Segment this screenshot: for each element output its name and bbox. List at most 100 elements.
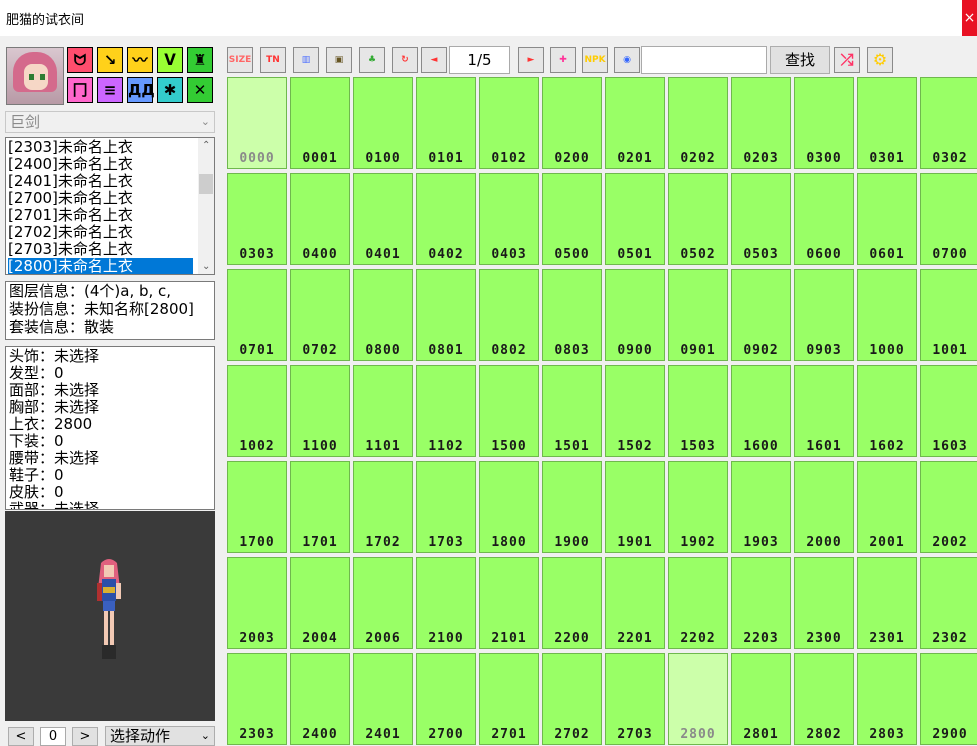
grid-item[interactable]: 2302 [920,557,977,649]
grid-item[interactable]: 0200 [542,77,602,169]
cat-weapon-button[interactable]: ✕ [187,77,213,103]
grid-item[interactable]: 1800 [479,461,539,553]
grid-item[interactable]: 0400 [290,173,350,265]
grid-item[interactable]: 0900 [605,269,665,361]
grid-item[interactable]: 0101 [416,77,476,169]
grid-item[interactable]: 0102 [479,77,539,169]
gear-button[interactable]: ⚙ [867,47,893,73]
grid-item[interactable]: 1900 [542,461,602,553]
scroll-thumb[interactable] [199,174,213,194]
grid-item[interactable]: 2303 [227,653,287,745]
grid-item[interactable]: 0501 [605,173,665,265]
find-button[interactable]: 查找 [770,46,830,74]
grid-item[interactable]: 1603 [920,365,977,457]
grid-item[interactable]: 0802 [479,269,539,361]
grid-item[interactable]: 1902 [668,461,728,553]
grid-item[interactable]: 0702 [290,269,350,361]
grid-item[interactable]: 2200 [542,557,602,649]
character-portrait-button[interactable] [6,47,64,105]
list-item[interactable]: [2701]未命名上衣 [8,207,193,224]
npk-button[interactable]: NPK [582,47,608,73]
frame-number-field[interactable]: 0 [40,727,66,746]
grid-item[interactable]: 0301 [857,77,917,169]
grid-item[interactable]: 1100 [290,365,350,457]
grid-item[interactable]: 0202 [668,77,728,169]
grid-item[interactable]: 1001 [920,269,977,361]
grid-item[interactable]: 2800 [668,653,728,745]
grid-item[interactable]: 0300 [794,77,854,169]
grid-item[interactable]: 2802 [794,653,854,745]
grid-item[interactable]: 0601 [857,173,917,265]
grid-item[interactable]: 1601 [794,365,854,457]
grid-item[interactable]: 0001 [290,77,350,169]
globe-button[interactable]: ◉ [614,47,640,73]
list-item[interactable]: [2700]未命名上衣 [8,190,193,207]
cat-coat-button[interactable]: ♜ [187,47,213,73]
grid-item[interactable]: 1502 [605,365,665,457]
grid-item[interactable]: 0800 [353,269,413,361]
film-button[interactable]: ▣ [326,47,352,73]
grid-item[interactable]: 0403 [479,173,539,265]
cat-skin-button[interactable]: ✱ [157,77,183,103]
grid-item[interactable]: 1703 [416,461,476,553]
grid-item[interactable]: 2101 [479,557,539,649]
grid-item[interactable]: 2401 [353,653,413,745]
grid-item[interactable]: 0303 [227,173,287,265]
item-list[interactable]: [2303]未命名上衣 [2400]未命名上衣 [2401]未命名上衣 [2700]未… [5,137,215,275]
grid-item[interactable]: 0902 [731,269,791,361]
grid-item[interactable]: 0901 [668,269,728,361]
grid-item[interactable]: 1600 [731,365,791,457]
list-scrollbar[interactable]: ⌃ ⌄ [198,138,214,274]
grid-item[interactable]: 1901 [605,461,665,553]
next-frame-button[interactable]: > [72,727,98,746]
grid-item[interactable]: 1501 [542,365,602,457]
grid-item[interactable]: 0100 [353,77,413,169]
grid-item[interactable]: 1602 [857,365,917,457]
grid-item[interactable]: 2300 [794,557,854,649]
grid-item[interactable]: 0801 [416,269,476,361]
grid-item[interactable]: 2801 [731,653,791,745]
grid-item[interactable]: 2400 [290,653,350,745]
grid-item[interactable]: 1503 [668,365,728,457]
cat-hair-button[interactable]: ↘ [97,47,123,73]
grid-item[interactable]: 2701 [479,653,539,745]
grid-item[interactable]: 0402 [416,173,476,265]
shirt-button[interactable]: ♣ [359,47,385,73]
grid-item[interactable]: 1102 [416,365,476,457]
refresh-button[interactable]: ↻ [392,47,418,73]
list-item[interactable]: [2401]未命名上衣 [8,173,193,190]
grid-item[interactable]: 0000 [227,77,287,169]
scroll-down-icon[interactable]: ⌄ [202,261,210,272]
grid-item[interactable]: 0201 [605,77,665,169]
book-button[interactable]: ▥ [293,47,319,73]
grid-item[interactable]: 2301 [857,557,917,649]
cat-face-button[interactable]: 〰 [127,47,153,73]
grid-item[interactable]: 1500 [479,365,539,457]
grid-item[interactable]: 2803 [857,653,917,745]
grid-item[interactable]: 1700 [227,461,287,553]
grid-item[interactable]: 1701 [290,461,350,553]
prev-frame-button[interactable]: < [8,727,34,746]
grid-item[interactable]: 2100 [416,557,476,649]
grid-item[interactable]: 2900 [920,653,977,745]
grid-item[interactable]: 0401 [353,173,413,265]
gift-button[interactable]: ✚ [550,47,576,73]
grid-item[interactable]: 2201 [605,557,665,649]
grid-item[interactable]: 2003 [227,557,287,649]
weapon-type-select[interactable]: 巨剑 ⌄ [5,111,215,133]
grid-item[interactable]: 0701 [227,269,287,361]
grid-item[interactable]: 0803 [542,269,602,361]
back-button[interactable]: ◄ [421,47,447,73]
grid-item[interactable]: 2702 [542,653,602,745]
grid-item[interactable]: 0302 [920,77,977,169]
grid-item[interactable]: 0502 [668,173,728,265]
grid-item[interactable]: 2001 [857,461,917,553]
list-item[interactable]: [2400]未命名上衣 [8,156,193,173]
tn-button[interactable]: TN [260,47,286,73]
grid-item[interactable]: 0503 [731,173,791,265]
action-select[interactable]: 选择动作 ⌄ [105,726,215,746]
cat-belt-button[interactable]: ≡ [97,77,123,103]
cat-pants-button[interactable]: 冂 [67,77,93,103]
grid-item[interactable]: 0600 [794,173,854,265]
grid-item[interactable]: 1903 [731,461,791,553]
